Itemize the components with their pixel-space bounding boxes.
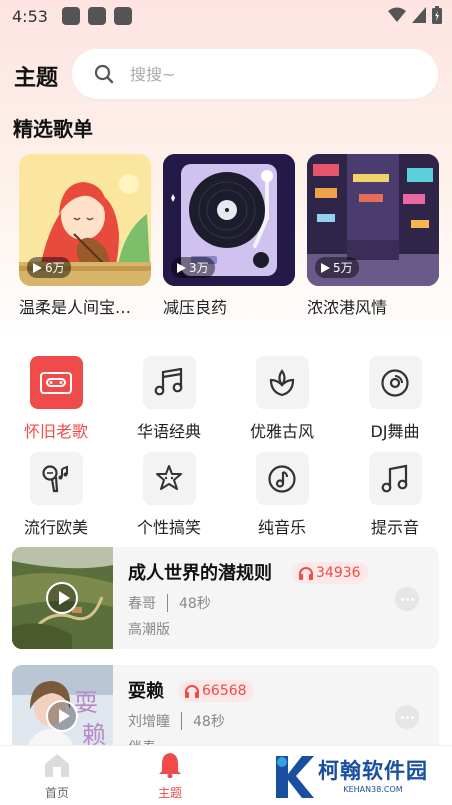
header: 主题 — [0, 48, 452, 100]
song-duration: 48秒 — [193, 714, 225, 730]
search-input[interactable] — [130, 64, 410, 84]
search-bar[interactable] — [72, 49, 438, 99]
signal-icon — [412, 7, 426, 23]
k-logo-icon — [276, 756, 314, 798]
song-duration: 48秒 — [179, 596, 211, 612]
song-artist: 刘增瞳 — [128, 714, 170, 730]
vinyl-icon — [368, 356, 422, 409]
category-funny[interactable]: 个性搞笑 — [119, 452, 219, 538]
headphones-icon — [185, 684, 199, 698]
song-tag: 高潮版 — [128, 622, 170, 638]
notification-icon — [113, 7, 132, 25]
category-label: 优雅古风 — [249, 422, 314, 441]
wifi-icon — [388, 7, 406, 22]
play-icon — [177, 262, 186, 273]
song-meta: 刘增瞳 48秒 — [128, 711, 225, 731]
more-button[interactable] — [395, 705, 419, 729]
heat-value: 34936 — [316, 565, 361, 581]
nav-theme[interactable]: 主题 — [140, 752, 200, 801]
playlist-cover: 5万 — [307, 154, 439, 286]
play-icon — [33, 262, 42, 273]
music-notes-icon — [142, 356, 196, 409]
play-count: 3万 — [171, 257, 215, 278]
funny-face-icon — [142, 452, 196, 505]
meta-divider — [181, 712, 182, 730]
song-card[interactable]: 成人世界的潜规则 34936 春哥 48秒 高潮版 — [12, 547, 439, 649]
home-icon — [45, 754, 69, 777]
song-meta: 春哥 48秒 — [128, 593, 211, 613]
category-chinese-classic[interactable]: 华语经典 — [119, 356, 219, 442]
play-count-value: 3万 — [189, 261, 209, 275]
play-count: 5万 — [315, 257, 359, 278]
heat-badge: 66568 — [178, 680, 254, 702]
watermark-text: 柯翰软件园 — [318, 758, 428, 783]
playlist-card[interactable]: 5万 浓浓港风情 — [307, 154, 439, 318]
category-dj[interactable]: DJ舞曲 — [345, 356, 445, 442]
playlist-name: 温柔是人间宝… — [19, 298, 132, 317]
category-pop-western[interactable]: 流行欧美 — [6, 452, 106, 538]
page-title: 主题 — [14, 66, 59, 91]
play-count: 6万 — [27, 257, 71, 278]
category-label: 个性搞笑 — [136, 518, 201, 537]
playlist-card[interactable]: 3万 减压良药 — [163, 154, 295, 318]
notification-icon — [87, 7, 106, 25]
song-title: 耍赖 — [128, 681, 164, 702]
music-note-icon — [368, 452, 422, 505]
playlist-card[interactable]: 6万 温柔是人间宝… — [19, 154, 151, 318]
play-count-value: 5万 — [333, 261, 353, 275]
song-artist: 春哥 — [128, 596, 156, 612]
category-label: 怀旧老歌 — [23, 422, 88, 441]
category-pure-music[interactable]: 纯音乐 — [232, 452, 332, 538]
music-disc-icon — [255, 452, 309, 505]
bell-icon — [159, 753, 181, 779]
headphones-icon — [299, 566, 313, 580]
search-icon — [94, 64, 114, 84]
category-label: 提示音 — [370, 518, 419, 537]
heat-badge: 34936 — [292, 562, 368, 584]
song-title: 成人世界的潜规则 — [128, 563, 272, 584]
microphone-icon — [29, 452, 83, 505]
category-ancient[interactable]: 优雅古风 — [232, 356, 332, 442]
status-right — [388, 6, 442, 24]
battery-icon — [432, 6, 442, 24]
play-count-value: 6万 — [45, 261, 65, 275]
watermark-subtext: KEHAN38.COM — [343, 784, 403, 794]
watermark-text-group: 柯翰软件园 KEHAN38.COM — [318, 758, 428, 794]
play-button[interactable] — [46, 700, 78, 732]
category-label: DJ舞曲 — [370, 422, 420, 441]
cassette-icon — [29, 356, 83, 409]
nav-theme-label: 主题 — [157, 786, 182, 800]
category-label: 华语经典 — [136, 422, 201, 441]
play-button[interactable] — [46, 582, 78, 614]
play-icon — [321, 262, 330, 273]
meta-divider — [167, 594, 168, 612]
more-button[interactable] — [395, 587, 419, 611]
playlist-name: 减压良药 — [163, 298, 228, 317]
lotus-icon — [255, 356, 309, 409]
category-label: 流行欧美 — [23, 518, 88, 537]
status-bar: 4:53 — [0, 0, 452, 32]
category-label: 纯音乐 — [257, 518, 306, 537]
nav-home-label: 首页 — [44, 786, 69, 800]
section-title: 精选歌单 — [13, 117, 93, 141]
notification-icon — [61, 7, 80, 25]
playlist-name: 浓浓港风情 — [307, 298, 388, 317]
nav-home[interactable]: 首页 — [27, 752, 87, 801]
category-nostalgic[interactable]: 怀旧老歌 — [6, 356, 106, 442]
playlist-cover: 3万 — [163, 154, 295, 286]
category-notification-sound[interactable]: 提示音 — [345, 452, 445, 538]
watermark-logo: 柯翰软件园 KEHAN38.COM — [272, 752, 448, 802]
heat-value: 66568 — [202, 683, 247, 699]
song-thumbnail — [12, 547, 113, 649]
status-time: 4:53 — [12, 6, 48, 26]
playlist-cover: 6万 — [19, 154, 151, 286]
